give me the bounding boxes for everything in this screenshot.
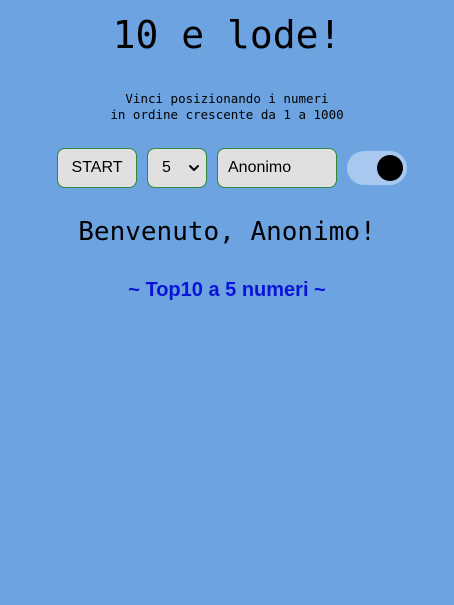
number-count-select[interactable]: 5 xyxy=(147,148,207,188)
number-count-value: 5 xyxy=(162,159,171,176)
page-title: 10 e lode! xyxy=(112,13,342,57)
game-instructions: Vinci posizionando i numeri in ordine cr… xyxy=(0,91,454,123)
chevron-down-icon xyxy=(189,165,199,171)
theme-toggle[interactable] xyxy=(347,151,407,185)
controls-bar: START 5 Anonimo xyxy=(0,148,454,188)
player-name-input[interactable]: Anonimo xyxy=(217,148,337,188)
leaderboard-heading: ~ Top10 a 5 numeri ~ xyxy=(128,279,326,301)
instructions-line-2: in ordine crescente da 1 a 1000 xyxy=(110,107,344,122)
toggle-knob xyxy=(377,155,403,181)
welcome-message: Benvenuto, Anonimo! xyxy=(78,217,376,247)
instructions-line-1: Vinci posizionando i numeri xyxy=(125,91,329,106)
start-button[interactable]: START xyxy=(57,148,137,188)
